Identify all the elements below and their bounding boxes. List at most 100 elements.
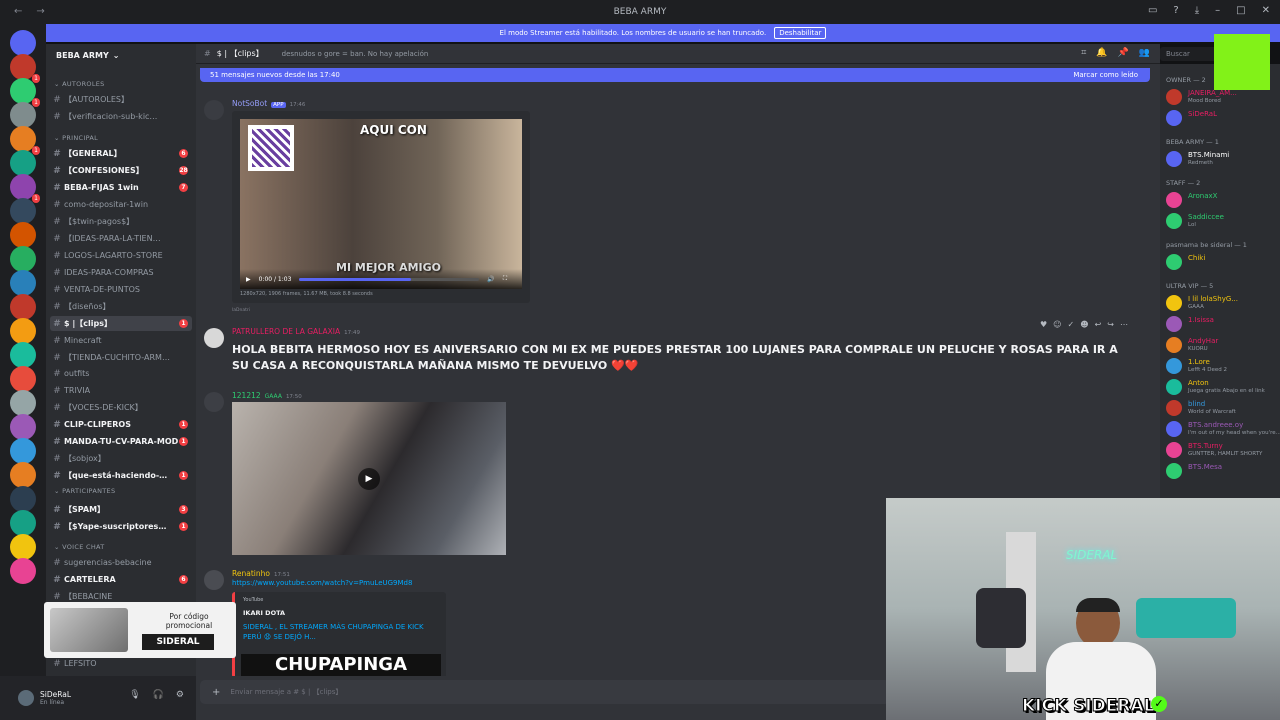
channel-item[interactable]: # LEFSITO bbox=[50, 656, 192, 671]
bell-icon[interactable]: 🔔 bbox=[1096, 48, 1107, 58]
server-icon[interactable] bbox=[10, 558, 36, 584]
channel-item[interactable]: # CARTELERA 6 bbox=[50, 572, 192, 587]
channel-item[interactable]: # outfits bbox=[50, 366, 192, 381]
server-icon[interactable]: 1 bbox=[10, 78, 40, 107]
volume-icon[interactable]: 🔊 bbox=[487, 276, 494, 283]
channel-item[interactable]: # 【diseños】 bbox=[50, 299, 192, 314]
maximize-icon[interactable]: □ bbox=[1236, 5, 1245, 16]
member-item[interactable]: AronaxX bbox=[1166, 191, 1278, 209]
embed-title[interactable]: SIDERAL , EL STREAMER MÁS CHUPAPINGA DE … bbox=[243, 622, 443, 642]
server-icon[interactable] bbox=[10, 366, 36, 392]
play-icon[interactable]: ▶ bbox=[246, 276, 251, 283]
video-player[interactable]: AQUI CON MI MEJOR AMIGO ▶ 0:00 / 1:03 🔊 … bbox=[240, 119, 522, 289]
member-item[interactable]: Anton Juega gratis Abajo en el link bbox=[1166, 378, 1278, 396]
message-author[interactable]: PATRULLERO DE LA GALAXIA 17:49 bbox=[232, 327, 360, 336]
channel-item[interactable]: # sugerencias-bebacine bbox=[50, 555, 192, 570]
member-item[interactable]: SiDeRaL bbox=[1166, 109, 1278, 127]
channel-item[interactable]: # 【AUTOROLES】 bbox=[50, 92, 192, 107]
embed-author[interactable]: IKARI DOTA bbox=[243, 609, 285, 617]
reply-icon[interactable]: ↩ bbox=[1095, 320, 1102, 329]
check-icon[interactable]: ✓ bbox=[1068, 320, 1075, 329]
channel-item[interactable]: # CLIP-CLIPEROS 1 bbox=[50, 417, 192, 432]
member-item[interactable]: BTS.andreee.oy I'm out of my head when yo… bbox=[1166, 420, 1280, 438]
add-attachment-icon[interactable]: + bbox=[212, 687, 220, 698]
server-icon[interactable] bbox=[10, 390, 36, 416]
server-icon[interactable] bbox=[10, 102, 36, 128]
close-icon[interactable]: ✕ bbox=[1262, 5, 1270, 16]
server-icon[interactable] bbox=[10, 486, 36, 512]
channel-item[interactable]: # 【$Yape-suscriptores… 1 bbox=[50, 519, 192, 534]
avatar[interactable] bbox=[204, 392, 224, 412]
server-icon[interactable] bbox=[10, 222, 36, 248]
message-input[interactable]: + Enviar mensaje a # $ | 【clips】 bbox=[200, 680, 890, 704]
server-header[interactable]: BEBA ARMY ⌄ bbox=[46, 44, 196, 66]
new-messages-bar[interactable]: 51 mensajes nuevos desde las 17:40 Marca… bbox=[200, 68, 1150, 82]
member-item[interactable]: AndyHar KUORU bbox=[1166, 336, 1278, 354]
settings-gear-icon[interactable]: ⚙ bbox=[176, 690, 184, 700]
disable-streamer-button[interactable]: Deshabilitar bbox=[774, 27, 827, 39]
server-icon[interactable] bbox=[10, 198, 36, 224]
message-author[interactable]: 121212 GAAA 17:50 bbox=[232, 391, 302, 400]
server-icon[interactable] bbox=[10, 462, 36, 488]
microphone-icon[interactable]: 🎙 bbox=[129, 690, 140, 700]
forward-arrow-icon[interactable]: → bbox=[36, 6, 44, 17]
heart-reaction-icon[interactable]: ♥ bbox=[1040, 320, 1047, 329]
message-author[interactable]: NotSoBot APP 17:46 bbox=[232, 99, 305, 108]
server-icon[interactable] bbox=[10, 246, 36, 272]
channel-item[interactable]: # 【VOCES-DE-KICK】 bbox=[50, 400, 192, 415]
forward-icon[interactable]: ↪ bbox=[1107, 320, 1114, 329]
channel-item[interactable]: # 【sobjox】 bbox=[50, 451, 192, 466]
member-item[interactable]: Chiki bbox=[1166, 253, 1278, 271]
server-icon[interactable] bbox=[10, 342, 36, 368]
mark-read-button[interactable]: Marcar como leído bbox=[1073, 71, 1138, 79]
channel-category[interactable]: ⌄ AUTOROLES bbox=[54, 80, 105, 88]
channel-item[interactable]: # 【SPAM】 3 bbox=[50, 502, 192, 517]
channel-item[interactable]: # MANDA-TU-CV-PARA-MOD 1 bbox=[50, 434, 192, 449]
minimize-icon[interactable]: – bbox=[1215, 5, 1220, 16]
avatar[interactable] bbox=[204, 100, 224, 120]
channel-item[interactable]: # IDEAS-PARA-COMPRAS bbox=[50, 265, 192, 280]
server-icon[interactable]: 1 bbox=[10, 174, 40, 203]
member-item[interactable]: blind World of Warcraft bbox=[1166, 399, 1278, 417]
channel-item[interactable]: # LOGOS-LAGARTO-STORE bbox=[50, 248, 192, 263]
help-icon[interactable]: ? bbox=[1173, 5, 1178, 16]
reaction-add-icon[interactable]: ☻ bbox=[1080, 320, 1088, 329]
channel-item[interactable]: # como-depositar-1win bbox=[50, 197, 192, 212]
member-item[interactable]: JANEIRA_AM... Mood Bored bbox=[1166, 88, 1278, 106]
member-item[interactable]: Saddiccee Lol bbox=[1166, 212, 1278, 230]
nav-arrows[interactable]: ← → bbox=[14, 6, 45, 17]
channel-item[interactable]: # 【verificacion-sub-kic… bbox=[50, 109, 192, 124]
server-icon[interactable] bbox=[10, 534, 36, 560]
member-item[interactable]: BTS.Mesa bbox=[1166, 462, 1278, 480]
emoji-icon[interactable]: ☺ bbox=[1053, 320, 1061, 329]
member-item[interactable]: BTS.Turny GUNTTER, HAMLIT SHORTY bbox=[1166, 441, 1278, 459]
server-icon[interactable] bbox=[10, 30, 36, 56]
server-icon[interactable] bbox=[10, 150, 36, 176]
channel-item[interactable]: # 【$twin-pagos$】 bbox=[50, 214, 192, 229]
video-progress-track[interactable] bbox=[299, 277, 480, 281]
channel-item[interactable]: # 【TIENDA-CUCHITO-ARM… bbox=[50, 350, 192, 365]
avatar[interactable] bbox=[204, 328, 224, 348]
avatar[interactable] bbox=[204, 570, 224, 590]
channel-category[interactable]: ⌄ VOICE CHAT bbox=[54, 543, 105, 551]
channel-item[interactable]: # 【IDEAS-PARA-LA-TIEN… bbox=[50, 231, 192, 246]
channel-item[interactable]: # 【GENERAL】 6 bbox=[50, 146, 192, 161]
video-thumbnail[interactable]: ▶ bbox=[232, 402, 506, 555]
fullscreen-icon[interactable]: ⛶ bbox=[503, 275, 507, 283]
pin-icon[interactable]: 📌 bbox=[1118, 48, 1129, 58]
back-arrow-icon[interactable]: ← bbox=[14, 6, 22, 17]
youtube-link[interactable]: https://www.youtube.com/watch?v=PmuLeUG9… bbox=[232, 579, 412, 587]
channel-item[interactable]: # 【CONFESIONES】 28 bbox=[50, 163, 192, 178]
member-item[interactable]: 1.Isissa bbox=[1166, 315, 1278, 333]
embed-thumbnail[interactable]: CHUPAPINGA bbox=[241, 654, 441, 678]
member-item[interactable]: 1.Lore Lefft 4 Deed 2 bbox=[1166, 357, 1278, 375]
channel-item[interactable]: # 【que-está-haciendo-… 1 bbox=[50, 468, 192, 483]
channel-item[interactable]: # VENTA-DE-PUNTOS bbox=[50, 282, 192, 297]
inbox-icon[interactable]: ▭ bbox=[1148, 5, 1157, 16]
headphones-icon[interactable]: 🎧 bbox=[153, 690, 164, 700]
server-icon[interactable] bbox=[10, 270, 36, 296]
server-icon[interactable] bbox=[10, 294, 36, 320]
download-icon[interactable]: ⤓ bbox=[1195, 5, 1199, 16]
channel-category[interactable]: ⌄ PRINCIPAL bbox=[54, 134, 98, 142]
server-icon[interactable] bbox=[10, 414, 36, 440]
